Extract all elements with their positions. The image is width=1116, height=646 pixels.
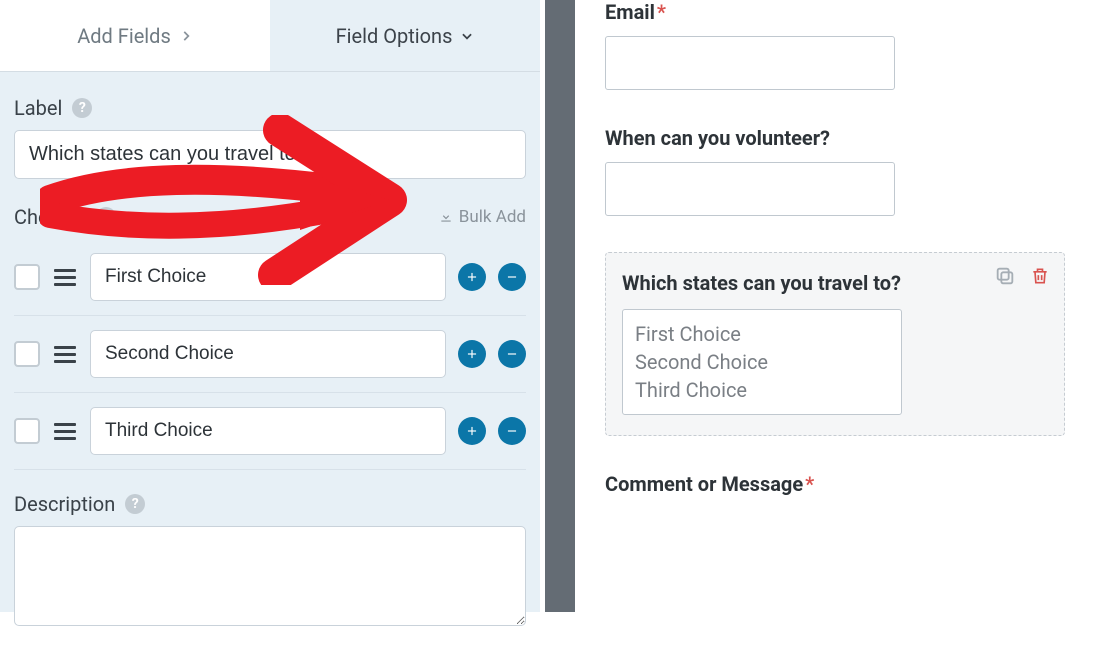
- add-choice-button[interactable]: [458, 340, 486, 368]
- plus-icon: [465, 424, 479, 438]
- field-label: When can you volunteer?: [605, 126, 1085, 150]
- add-choice-button[interactable]: [458, 417, 486, 445]
- multiselect-option[interactable]: First Choice: [635, 320, 889, 348]
- choice-row: [14, 239, 526, 316]
- drag-handle-icon[interactable]: [52, 267, 78, 288]
- field-label-text: When can you volunteer?: [605, 126, 830, 150]
- download-icon: [439, 210, 453, 224]
- multiselect-option[interactable]: Second Choice: [635, 348, 889, 376]
- tab-add-fields[interactable]: Add Fields: [0, 0, 270, 71]
- label-section-header: Label ?: [14, 96, 526, 120]
- bulk-add-button[interactable]: Bulk Add: [439, 207, 526, 227]
- minus-icon: [505, 270, 519, 284]
- duplicate-button[interactable]: [994, 265, 1016, 291]
- add-choice-button[interactable]: [458, 263, 486, 291]
- choice-row: [14, 393, 526, 470]
- tab-field-options[interactable]: Field Options: [270, 0, 540, 71]
- choice-default-checkbox[interactable]: [14, 264, 40, 290]
- plus-icon: [465, 270, 479, 284]
- field-label-text: Which states can you travel to?: [622, 271, 901, 295]
- field-toolbar: [994, 265, 1050, 291]
- label-section-title: Label: [14, 96, 62, 120]
- choice-input[interactable]: [90, 330, 446, 378]
- multiselect-option[interactable]: Third Choice: [635, 376, 889, 404]
- preview-field-states-selected[interactable]: Which states can you travel to? First Ch…: [605, 252, 1065, 436]
- choice-input[interactable]: [90, 407, 446, 455]
- label-input[interactable]: [14, 130, 526, 179]
- form-preview: Email* When can you volunteer? Which sta…: [585, 0, 1105, 612]
- field-label-text: Email: [605, 0, 655, 24]
- panel-divider: [545, 0, 575, 612]
- preview-field-email[interactable]: Email*: [605, 0, 1085, 90]
- chevron-down-icon: [460, 29, 474, 43]
- choices-section-title: Choices: [14, 205, 86, 229]
- choice-input[interactable]: [90, 253, 446, 301]
- remove-choice-button[interactable]: [498, 263, 526, 291]
- email-input[interactable]: [605, 36, 895, 90]
- remove-choice-button[interactable]: [498, 340, 526, 368]
- states-multiselect[interactable]: First Choice Second Choice Third Choice: [622, 309, 902, 415]
- drag-handle-icon[interactable]: [52, 344, 78, 365]
- choice-default-checkbox[interactable]: [14, 418, 40, 444]
- minus-icon: [505, 347, 519, 361]
- field-options-panel: Add Fields Field Options Label ? Choices…: [0, 0, 540, 612]
- field-label: Which states can you travel to?: [622, 271, 1048, 295]
- copy-icon: [994, 265, 1016, 287]
- chevron-right-icon: [179, 29, 193, 43]
- description-textarea[interactable]: [14, 526, 526, 626]
- field-label: Comment or Message*: [605, 472, 1085, 496]
- volunteer-input[interactable]: [605, 162, 895, 216]
- preview-field-comment[interactable]: Comment or Message*: [605, 472, 1085, 496]
- bulk-add-label: Bulk Add: [459, 207, 526, 227]
- choices-header: Choices ? Bulk Add: [14, 205, 526, 229]
- tab-field-options-label: Field Options: [336, 24, 453, 48]
- field-label-text: Comment or Message: [605, 472, 803, 496]
- trash-icon: [1030, 265, 1050, 287]
- help-icon[interactable]: ?: [125, 494, 145, 514]
- preview-field-volunteer[interactable]: When can you volunteer?: [605, 126, 1085, 216]
- choice-default-checkbox[interactable]: [14, 341, 40, 367]
- panel-tabs: Add Fields Field Options: [0, 0, 540, 72]
- description-section-header: Description ?: [14, 492, 526, 516]
- choice-row: [14, 316, 526, 393]
- help-icon[interactable]: ?: [96, 207, 116, 227]
- field-label: Email*: [605, 0, 1085, 24]
- required-indicator: *: [805, 472, 814, 496]
- help-icon[interactable]: ?: [72, 98, 92, 118]
- remove-choice-button[interactable]: [498, 417, 526, 445]
- plus-icon: [465, 347, 479, 361]
- delete-button[interactable]: [1030, 265, 1050, 291]
- tab-add-fields-label: Add Fields: [77, 24, 171, 48]
- panel-body: Label ? Choices ? Bulk Add: [0, 72, 540, 646]
- description-section-title: Description: [14, 492, 115, 516]
- required-indicator: *: [657, 0, 666, 24]
- minus-icon: [505, 424, 519, 438]
- drag-handle-icon[interactable]: [52, 421, 78, 442]
